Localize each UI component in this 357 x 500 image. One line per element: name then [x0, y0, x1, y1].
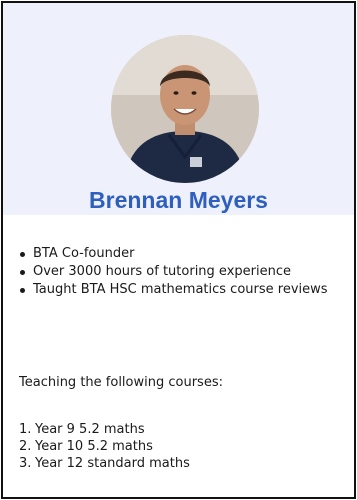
list-item: 1. Year 9 5.2 maths	[19, 421, 190, 438]
course-label: Year 10 5.2 maths	[35, 439, 153, 454]
list-item: BTA Co-founder	[19, 245, 354, 263]
tutor-profile-card: Brennan Meyers BTA Co-founder Over 3000 …	[1, 1, 356, 499]
profile-photo-icon	[111, 35, 259, 183]
list-number: 1.	[19, 422, 32, 437]
courses-heading: Teaching the following courses:	[19, 375, 223, 390]
highlights-list: BTA Co-founder Over 3000 hours of tutori…	[19, 245, 354, 299]
list-item: Taught BTA HSC mathematics course review…	[19, 281, 354, 299]
course-label: Year 12 standard maths	[35, 456, 190, 471]
list-number: 3.	[19, 456, 32, 471]
list-item: 2. Year 10 5.2 maths	[19, 438, 190, 455]
list-item: 3. Year 12 standard maths	[19, 455, 190, 472]
tutor-name: Brennan Meyers	[89, 187, 268, 213]
course-label: Year 9 5.2 maths	[35, 422, 145, 437]
courses-list: 1. Year 9 5.2 maths 2. Year 10 5.2 maths 3…	[19, 421, 190, 472]
list-item: Over 3000 hours of tutoring experience	[19, 263, 354, 281]
list-number: 2.	[19, 439, 32, 454]
avatar	[111, 35, 259, 183]
